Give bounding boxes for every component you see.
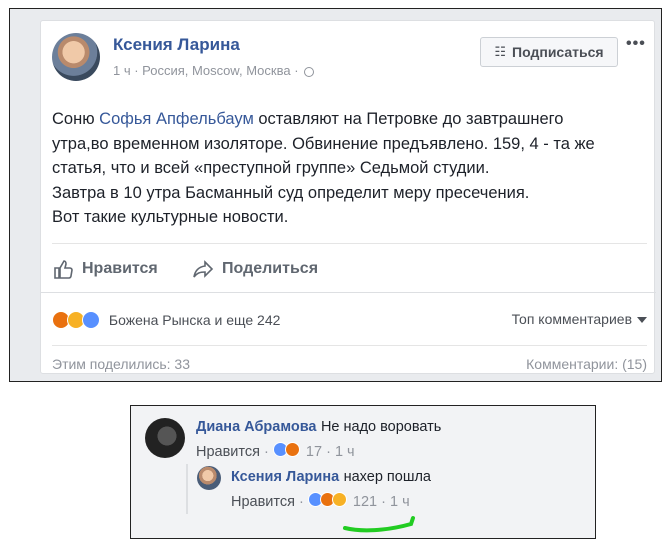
rss-icon: ☷ — [494, 44, 507, 59]
globe-icon — [304, 66, 315, 77]
author-avatar[interactable] — [52, 33, 100, 81]
post-line: статья, что и всей «преступной группе» С… — [52, 159, 490, 177]
post-body: Соню Софья Апфельбаум оставляют на Петро… — [52, 107, 647, 230]
comment-like-button[interactable]: Нравится — [231, 494, 295, 510]
post-meta-text: 1 ч · Россия, Moscow, Москва · — [113, 63, 299, 78]
top-comments-dropdown[interactable]: Топ комментариев — [512, 311, 647, 327]
comment-text: нахер пошла — [343, 469, 431, 485]
commenter-avatar[interactable] — [145, 418, 185, 458]
reactions-text[interactable]: Божена Рынска и еще 242 — [109, 312, 281, 328]
comment-text: Не надо воровать — [320, 419, 442, 435]
comments-count[interactable]: Комментарии: (15) — [526, 356, 647, 372]
divider — [41, 292, 656, 293]
comment-meta: Нравится · 121 · 1 ч — [231, 492, 410, 510]
like-label: Нравится — [82, 260, 158, 277]
post-line: утра,во временном изоляторе. Обвинение п… — [52, 134, 595, 153]
green-underline-mark — [343, 516, 415, 533]
share-label: Поделиться — [222, 260, 319, 277]
share-arrow-icon — [193, 260, 214, 278]
like-button[interactable]: Нравится — [52, 258, 158, 280]
reaction-count[interactable]: 121 — [353, 494, 377, 510]
comment-time: 1 ч — [334, 444, 355, 460]
separator-dot: · — [299, 494, 308, 510]
like-reaction-icon — [82, 311, 100, 330]
thumbs-up-icon — [54, 260, 73, 279]
reaction-count[interactable]: 17 — [306, 444, 322, 460]
separator-dot: · — [381, 494, 390, 510]
subscribe-button[interactable]: ☷ Подписаться — [480, 37, 618, 67]
post-stats: Этим поделились: 33 Комментарии: (15) — [52, 345, 647, 372]
reactions-summary[interactable]: Божена Рынска и еще 242 Топ комментариев — [52, 311, 647, 331]
comment-author[interactable]: Ксения Ларина — [231, 469, 339, 485]
post-text-segment: Соню — [52, 110, 100, 128]
more-options-button[interactable]: ••• — [626, 35, 646, 53]
post-author-name[interactable]: Ксения Ларина — [113, 35, 240, 55]
post-screenshot: Ксения Ларина 1 ч · Россия, Moscow, Моск… — [9, 8, 662, 382]
shares-count[interactable]: Этим поделились: 33 — [52, 356, 190, 372]
post-card: Ксения Ларина 1 ч · Россия, Moscow, Моск… — [40, 20, 656, 374]
post-line: Вот такие культурные новости. — [52, 208, 289, 226]
comment-meta: Нравится · 17 · 1 ч — [196, 442, 355, 460]
mention-link[interactable]: Софья Апфельбаум — [99, 110, 254, 128]
comment-author[interactable]: Диана Абрамова — [196, 419, 317, 435]
comment-time: 1 ч — [390, 494, 410, 510]
post-meta: 1 ч · Россия, Moscow, Москва · — [113, 63, 315, 78]
wow-reaction-icon — [331, 492, 347, 507]
separator-dot: · — [326, 444, 335, 460]
post-text-segment: оставляют на Петровке до завтрашнего — [253, 110, 564, 128]
comments-screenshot: Диана Абрамова Не надо воровать Нравится… — [130, 405, 596, 539]
post-line: Завтра в 10 утра Басманный суд определит… — [52, 183, 530, 202]
reply-comment: Ксения Ларина нахер пошла — [231, 468, 431, 486]
post-line: Соню Софья Апфельбаум оставляют на Петро… — [52, 107, 647, 132]
share-button[interactable]: Поделиться — [192, 258, 318, 280]
post-actions: Нравится Поделиться — [52, 243, 647, 292]
comment-like-button[interactable]: Нравится — [196, 444, 260, 460]
reply-avatar[interactable] — [197, 466, 221, 490]
chevron-down-icon — [637, 317, 647, 324]
separator-dot: · — [264, 444, 273, 460]
comment: Диана Абрамова Не надо воровать — [196, 418, 441, 436]
subscribe-label: Подписаться — [512, 44, 604, 60]
angry-reaction-icon — [284, 442, 300, 457]
reply-thread-line — [186, 464, 188, 514]
top-comments-label: Топ комментариев — [511, 311, 632, 327]
